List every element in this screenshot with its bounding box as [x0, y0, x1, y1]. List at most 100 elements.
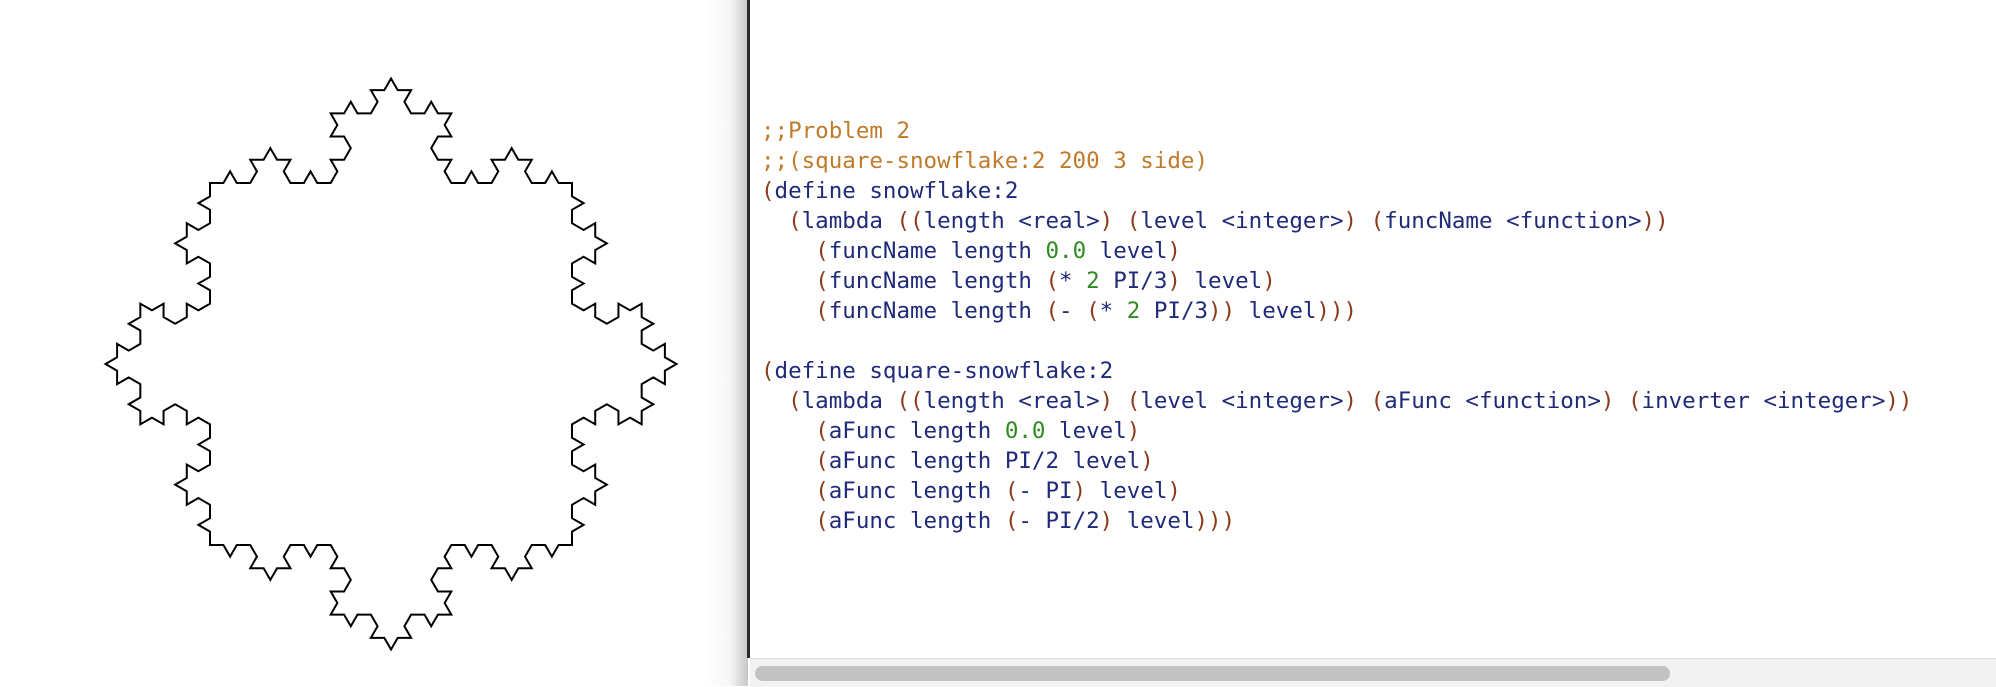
code-token-paren: ): [1167, 268, 1181, 294]
code-token-paren: ((: [896, 208, 924, 234]
code-token-sym: level: [1086, 238, 1168, 264]
code-token-sym: length <real>: [923, 388, 1100, 414]
code-token-paren: (: [815, 418, 829, 444]
code-token-paren: ((: [896, 388, 924, 414]
code-token-paren: (: [815, 268, 829, 294]
code-token-paren: ): [1099, 508, 1114, 534]
code-token-sym: define square-snowflake:2: [774, 358, 1114, 384]
code-token-paren: (: [788, 388, 802, 414]
code-token-sym: level <integer>: [1140, 388, 1344, 414]
code-editor[interactable]: ;;Problem 2 ;;(square-snowflake:2 200 3 s…: [750, 0, 1996, 686]
code-line: (funcName length (- (* 2 PI/3)) level))): [761, 296, 1912, 326]
code-token-paren: ) (: [1099, 208, 1141, 234]
code-token-sym: funcName length: [828, 268, 1046, 294]
code-token-sym: level: [1235, 298, 1317, 324]
code-token-sym: level: [1180, 268, 1263, 294]
drawing-canvas: [0, 0, 745, 686]
code-token-sym: funcName length: [828, 298, 1046, 324]
code-token-comment: ;;Problem 2: [761, 118, 911, 144]
code-line: (aFunc length PI/2 level): [761, 446, 1912, 476]
code-token-sym: inverter <integer>: [1641, 388, 1886, 414]
scrollbar-thumb[interactable]: [755, 666, 1670, 681]
code-line: ;;(square-snowflake:2 200 3 side): [761, 146, 1912, 176]
code-token-sym: -: [1059, 298, 1087, 324]
code-token-sym: lambda: [801, 388, 897, 414]
code-token-paren: ): [1126, 418, 1141, 444]
code-token-paren: (: [815, 448, 829, 474]
code-token-sym: level: [1113, 508, 1195, 534]
code-token-paren: ): [1072, 478, 1087, 504]
code-token-sym: level: [1086, 478, 1168, 504]
code-token-paren: ): [1167, 478, 1181, 504]
code-line: (funcName length 0.0 level): [761, 236, 1912, 266]
code-token-sym: *: [1059, 268, 1087, 294]
pane-shadow: [706, 0, 748, 686]
code-token-sym: aFunc <function>: [1384, 388, 1601, 414]
code-token-paren: (: [1045, 298, 1060, 324]
code-token-sym: aFunc length: [828, 508, 1005, 534]
code-token-sym: funcName <function>: [1384, 208, 1642, 234]
code-token-sym: aFunc length: [828, 418, 1005, 444]
code-token-paren: ): [1140, 448, 1154, 474]
code-token-sym: funcName length: [828, 238, 1046, 264]
code-line: (funcName length (* 2 PI/3) level): [761, 266, 1912, 296]
code-token-num: 2: [1086, 268, 1100, 294]
code-token-paren: ))): [1316, 298, 1358, 324]
code-token-paren: (: [761, 358, 775, 384]
code-token-num: 0.0: [1045, 238, 1087, 264]
koch-snowflake-path: [103, 76, 679, 652]
code-token-num: 2: [1126, 298, 1141, 324]
code-line: (aFunc length 0.0 level): [761, 416, 1912, 446]
code-token-paren: (: [1045, 268, 1060, 294]
code-line: (define square-snowflake:2: [761, 356, 1912, 386]
code-token-paren: (: [788, 208, 802, 234]
code-token-paren: (: [1004, 508, 1019, 534]
code-token-paren: ) (: [1099, 388, 1141, 414]
code-line: (aFunc length (- PI) level): [761, 476, 1912, 506]
code-line: (aFunc length (- PI/2) level))): [761, 506, 1912, 536]
code-token-sym: aFunc length: [828, 478, 1005, 504]
code-token-paren: )): [1208, 298, 1236, 324]
code-text[interactable]: ;;Problem 2 ;;(square-snowflake:2 200 3 s…: [761, 116, 1912, 536]
code-token-paren: )): [1641, 208, 1669, 234]
code-token-comment: ;;(square-snowflake:2 200 3 side): [761, 148, 1209, 174]
code-token-paren: ) (: [1600, 388, 1642, 414]
code-token-paren: ): [1262, 268, 1276, 294]
code-token-sym: length <real>: [923, 208, 1100, 234]
code-token-paren: (: [761, 178, 775, 204]
code-token-paren: (: [815, 238, 829, 264]
code-token-paren: (: [815, 508, 829, 534]
code-token-sym: level <integer>: [1140, 208, 1344, 234]
code-token-paren: (: [815, 298, 829, 324]
code-line: (lambda ((length <real>) (level <integer…: [761, 206, 1912, 236]
code-token-sym: lambda: [801, 208, 897, 234]
code-token-paren: (: [1086, 298, 1100, 324]
code-token-paren: (: [1004, 478, 1019, 504]
snowflake-drawing: [103, 76, 679, 652]
code-line: (lambda ((length <real>) (level <integer…: [761, 386, 1912, 416]
code-token-sym: - PI/2: [1018, 508, 1100, 534]
code-token-paren: ) (: [1343, 208, 1385, 234]
horizontal-scrollbar[interactable]: [750, 658, 1996, 687]
code-token-num: 0.0: [1004, 418, 1046, 444]
code-token-sym: define snowflake:2: [774, 178, 1019, 204]
code-token-sym: level: [1045, 418, 1127, 444]
code-token-sym: *: [1099, 298, 1127, 324]
code-token-sym: aFunc length PI/2 level: [828, 448, 1141, 474]
code-token-paren: )): [1885, 388, 1913, 414]
code-token-sym: PI/3: [1099, 268, 1168, 294]
code-token-paren: ) (: [1343, 388, 1385, 414]
code-token-paren: ): [1167, 238, 1181, 264]
code-token-paren: ))): [1194, 508, 1236, 534]
code-line: (define snowflake:2: [761, 176, 1912, 206]
code-token-sym: - PI: [1018, 478, 1073, 504]
